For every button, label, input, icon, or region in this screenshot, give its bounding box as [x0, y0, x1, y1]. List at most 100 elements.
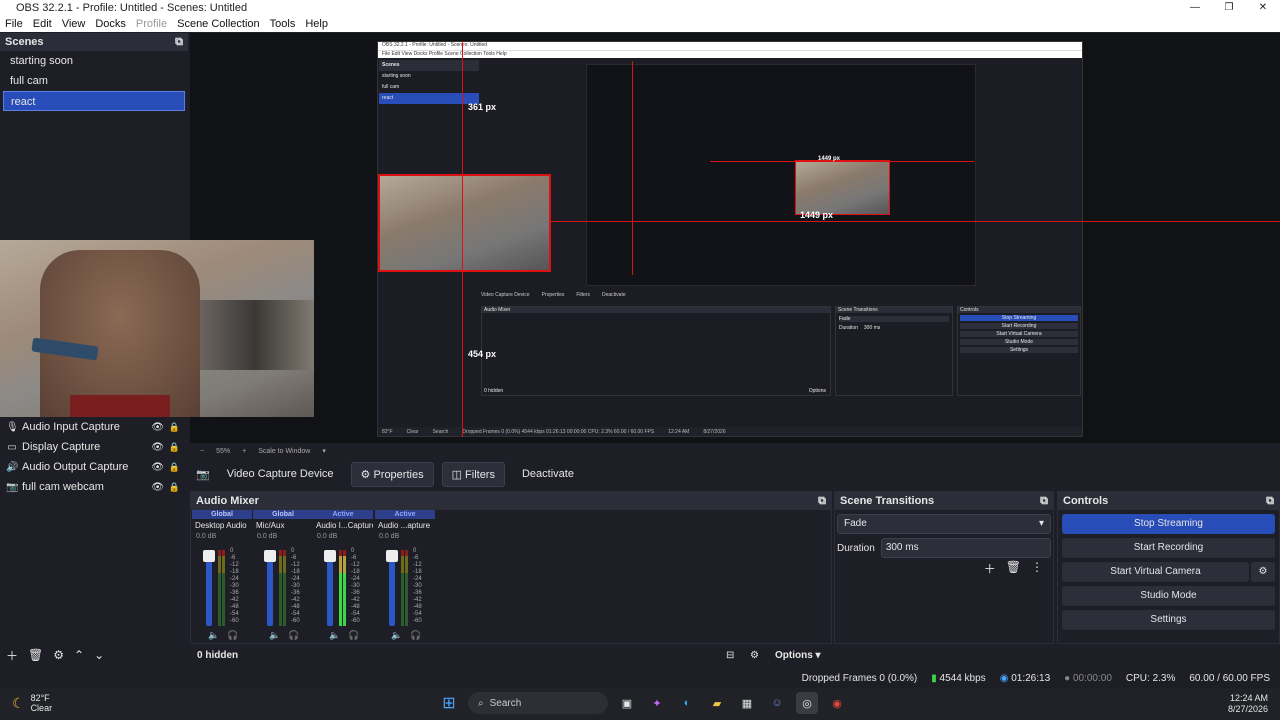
headphones-icon[interactable]: 🎧: [288, 630, 299, 641]
advanced-audio-icon[interactable]: ⚙: [750, 650, 759, 661]
meter-tick: -24: [291, 576, 300, 582]
source-item[interactable]: 🔊 Audio Output Capture 👁 🔒: [0, 457, 188, 477]
source-item[interactable]: ▭ Display Capture 👁 🔒: [0, 437, 188, 457]
meter-tick: -18: [413, 569, 422, 575]
file-explorer-icon[interactable]: ▰: [706, 692, 728, 714]
eye-icon[interactable]: 👁: [151, 442, 164, 453]
preview-canvas[interactable]: OBS 32.2.1 - Profile: Untitled - Scenes:…: [190, 33, 1280, 443]
studio-mode-button[interactable]: Studio Mode: [1062, 586, 1275, 606]
move-down-icon[interactable]: ⌄: [94, 648, 104, 662]
channel-name[interactable]: Mic/Aux: [253, 519, 313, 533]
lock-icon[interactable]: 🔒: [169, 442, 180, 453]
undock-icon[interactable]: ⧉: [1040, 495, 1048, 508]
meter-tick: -6: [291, 555, 297, 561]
properties-button[interactable]: ⚙ Properties: [350, 461, 434, 487]
volume-slider-handle[interactable]: [386, 550, 398, 562]
eye-icon[interactable]: 👁: [151, 462, 164, 473]
camera-icon: 📷: [6, 481, 19, 493]
windows-start-icon[interactable]: ⊞: [438, 692, 460, 714]
guide-line-horizontal: [550, 221, 1280, 222]
clock[interactable]: 12:24 AM 8/27/2026: [1228, 693, 1268, 715]
scene-item-starting-soon[interactable]: starting soon: [3, 51, 185, 71]
scene-item-react[interactable]: react: [3, 91, 185, 111]
minimize-icon[interactable]: —: [1178, 0, 1212, 16]
headphones-icon[interactable]: 🎧: [227, 630, 238, 641]
speaker-icon[interactable]: 🔈: [391, 630, 402, 641]
start-virtual-camera-button[interactable]: Start Virtual Camera: [1062, 562, 1249, 582]
speaker-icon[interactable]: 🔈: [208, 630, 219, 641]
meter-scale: 0 -6 -12 -18 -24 -30 -36 -42 -48 -54 -60: [351, 548, 360, 625]
gear-icon[interactable]: ⚙: [53, 648, 64, 662]
undock-icon[interactable]: ⧉: [818, 495, 826, 508]
scenes-dock-title: Scenes ⧉: [0, 33, 188, 51]
undock-icon[interactable]: ⧉: [1266, 495, 1274, 508]
duration-input[interactable]: 300 ms: [880, 538, 1051, 558]
gear-icon[interactable]: ⚙: [1251, 562, 1275, 582]
layout-icon[interactable]: ⊟: [726, 650, 734, 661]
scene-item-full-cam[interactable]: full cam: [3, 71, 185, 91]
menu-profile[interactable]: Profile: [131, 18, 172, 30]
store-icon[interactable]: ▦: [736, 692, 758, 714]
eye-icon[interactable]: 👁: [151, 482, 164, 493]
zoom-in-icon[interactable]: +: [242, 448, 246, 455]
nested-ctx-label: Properties: [541, 292, 565, 298]
add-icon[interactable]: ＋: [984, 560, 996, 577]
close-icon[interactable]: ✕: [1246, 0, 1280, 16]
trash-icon[interactable]: 🗑: [28, 648, 43, 662]
stop-streaming-button[interactable]: Stop Streaming: [1062, 514, 1275, 534]
maximize-icon[interactable]: ❐: [1212, 0, 1246, 16]
task-view-icon[interactable]: ▣: [616, 692, 638, 714]
lock-icon[interactable]: 🔒: [169, 462, 180, 473]
nested-title: OBS 32.2.1 - Profile: Untitled - Scenes:…: [378, 42, 1082, 50]
copilot-icon[interactable]: ✦: [646, 692, 668, 714]
weather-widget[interactable]: ☾ 82°F Clear: [12, 693, 52, 713]
add-source-icon[interactable]: ＋: [6, 647, 18, 664]
source-item[interactable]: 📷 full cam webcam 👁 🔒: [0, 477, 188, 497]
channel-name[interactable]: Audio ...apture: [375, 519, 435, 533]
eye-icon[interactable]: 👁: [151, 422, 164, 433]
transition-select[interactable]: Fade: [837, 514, 1051, 534]
taskbar-search[interactable]: ⌕ Search: [468, 692, 608, 714]
lock-icon[interactable]: 🔒: [169, 482, 180, 493]
level-meter: [339, 550, 342, 626]
headphones-icon[interactable]: 🎧: [348, 630, 359, 641]
trash-icon[interactable]: 🗑: [1006, 560, 1021, 577]
start-recording-button[interactable]: Start Recording: [1062, 538, 1275, 558]
record-time-row: ● 00:00:00: [1064, 673, 1112, 684]
filters-button[interactable]: ◫ Filters: [441, 461, 505, 487]
undock-icon[interactable]: ⧉: [175, 36, 183, 49]
menu-scene-collection[interactable]: Scene Collection: [172, 18, 265, 30]
chrome-icon[interactable]: ◉: [826, 692, 848, 714]
options-button[interactable]: Options ▾: [775, 650, 821, 661]
webcam-source-selected[interactable]: [378, 174, 551, 272]
scale-to-window-select[interactable]: Scale to Window: [258, 448, 310, 455]
measure-label-right-inner: 1449 px: [818, 156, 841, 162]
menu-help[interactable]: Help: [300, 18, 333, 30]
volume-slider-handle[interactable]: [203, 550, 215, 562]
channel-name[interactable]: Desktop Audio: [192, 519, 252, 533]
source-item[interactable]: 🎙 Audio Input Capture 👁 🔒: [0, 417, 188, 437]
source-label: full cam webcam: [22, 481, 104, 493]
audio-mixer-footer: 0 hidden ⊟ ⚙ Options ▾: [190, 645, 832, 665]
volume-slider-handle[interactable]: [264, 550, 276, 562]
menu-edit[interactable]: Edit: [28, 18, 57, 30]
menu-file[interactable]: File: [0, 18, 28, 30]
volume-slider-handle[interactable]: [324, 550, 336, 562]
zoom-out-icon[interactable]: −: [200, 448, 204, 455]
deactivate-button[interactable]: Deactivate: [513, 463, 583, 485]
settings-button[interactable]: Settings: [1062, 610, 1275, 630]
more-options-icon[interactable]: ⋮: [1031, 560, 1043, 577]
menu-tools[interactable]: Tools: [265, 18, 301, 30]
menu-docks[interactable]: Docks: [90, 18, 131, 30]
menu-view[interactable]: View: [57, 18, 91, 30]
lock-icon[interactable]: 🔒: [169, 422, 180, 433]
speaker-icon[interactable]: 🔈: [329, 630, 340, 641]
speaker-icon[interactable]: 🔈: [269, 630, 280, 641]
channel-name[interactable]: Audio I...Capture: [313, 519, 373, 533]
headphones-icon[interactable]: 🎧: [410, 630, 421, 641]
chevron-down-icon[interactable]: ▾: [322, 447, 326, 455]
edge-icon[interactable]: ◐: [676, 692, 698, 714]
move-up-icon[interactable]: ⌃: [74, 648, 84, 662]
discord-icon[interactable]: ☺: [766, 692, 788, 714]
obs-icon[interactable]: ◎: [796, 692, 818, 714]
